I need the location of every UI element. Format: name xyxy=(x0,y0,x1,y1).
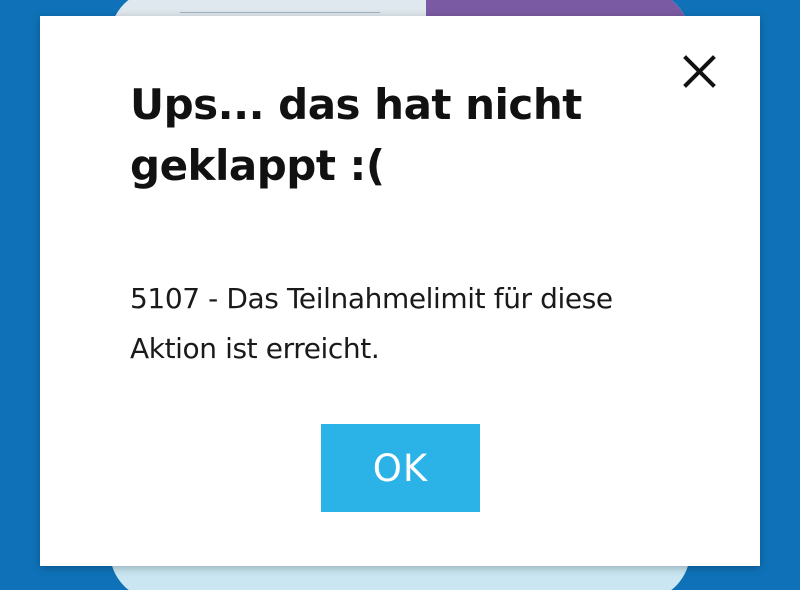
error-dialog: Ups... das hat nicht geklappt :( 5107 - … xyxy=(40,16,760,566)
error-message: 5107 - Das Teilnahmelimit für diese Akti… xyxy=(130,282,613,365)
dialog-title: Ups... das hat nicht geklappt :( xyxy=(130,80,582,190)
background-product-label xyxy=(180,0,380,13)
ok-button[interactable]: OK xyxy=(321,424,480,512)
background-product-package xyxy=(426,0,690,16)
